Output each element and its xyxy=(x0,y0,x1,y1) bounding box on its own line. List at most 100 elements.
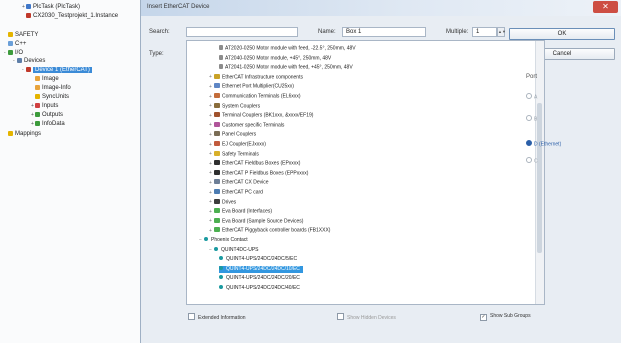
device-group-icon xyxy=(214,121,220,127)
device-group-icon xyxy=(214,160,220,166)
port-radio-label: C xyxy=(534,158,538,165)
checkbox-label: Show Hidden Devices xyxy=(347,315,396,321)
insert-ethercat-device-dialog: Insert EtherCAT Device ✕ Search: Name: B… xyxy=(140,0,621,343)
device-type-row[interactable]: + EtherCAT Piggyback controller boards (F… xyxy=(209,227,330,234)
checkbox-box-icon[interactable] xyxy=(337,313,344,320)
port-group-label: Port xyxy=(526,74,538,80)
port-radio[interactable]: C xyxy=(526,157,538,165)
port-radio-label: D (Ethernet) xyxy=(534,141,562,148)
tree-node-icon xyxy=(8,31,13,37)
device-type-row[interactable]: + Ethernet Port Multiplier(CU25xx) xyxy=(209,83,294,90)
tree-node-label: Mappings xyxy=(15,131,42,137)
tree-node[interactable]: Mappings xyxy=(4,130,41,138)
checkbox-box-icon[interactable]: ✓ xyxy=(480,314,487,321)
device-type-row[interactable]: + EJ Coupler(EJxxxx) xyxy=(209,141,266,148)
tree-node-label: Device 1 (EtherCAT) xyxy=(33,67,92,73)
device-type-row[interactable]: + Eva Board (Interfaces) xyxy=(209,208,272,215)
device-icon xyxy=(219,64,223,70)
tree-node-icon xyxy=(35,120,40,126)
tree-node[interactable]: + PlcTask (PlcTask) xyxy=(22,3,80,11)
close-icon[interactable]: ✕ xyxy=(593,1,618,13)
device-type-row[interactable]: + EtherCAT P Fieldbus Boxes (EPPxxxx) xyxy=(209,169,308,177)
device-group-icon xyxy=(214,141,220,146)
dialog-title: Insert EtherCAT Device xyxy=(147,4,210,10)
device-group-icon xyxy=(214,131,220,137)
dialog-titlebar[interactable]: Insert EtherCAT Device ✕ xyxy=(141,0,621,16)
tree-node[interactable]: - Devices xyxy=(13,57,45,65)
device-type-row[interactable]: + EtherCAT Fieldbus Boxes (EPxxxx) xyxy=(209,160,300,167)
device-type-label: Terminal Couplers (BK1xxx, &xxxx/EF19) xyxy=(222,112,314,119)
device-group-icon xyxy=(214,208,220,214)
device-type-row[interactable]: + Drives xyxy=(209,198,236,206)
device-group-icon xyxy=(214,217,220,223)
device-type-row[interactable]: + Panel Couplers xyxy=(209,131,256,138)
device-type-row[interactable]: + Safety Terminals xyxy=(209,150,259,158)
tree-node[interactable]: + Inputs xyxy=(31,102,58,110)
tree-node[interactable]: Image-Info xyxy=(31,84,71,92)
tree-node-icon xyxy=(26,3,31,9)
multiple-label: Multiple: xyxy=(446,29,469,35)
tree-node-icon xyxy=(26,12,31,18)
tree-node[interactable]: + Outputs xyxy=(31,111,63,119)
device-type-label: Phoenix Contact xyxy=(211,237,248,243)
tree-node[interactable]: C++ xyxy=(4,40,26,48)
device-type-label: QUINT4-UPS/24DC/24DC/40/EC xyxy=(226,285,300,291)
radio-button-icon[interactable] xyxy=(526,140,532,146)
option-checkbox[interactable]: Show Hidden Devices xyxy=(337,313,396,321)
device-type-row[interactable]: QUINT4-UPS/24DC/24DC/40/EC xyxy=(219,285,300,292)
device-type-row[interactable]: + Eva Board (Sample Source Devices) xyxy=(209,217,304,225)
device-type-row[interactable]: + EtherCAT Infrastructure components xyxy=(209,73,303,81)
port-radio[interactable]: B xyxy=(526,115,537,123)
device-type-row[interactable]: AT2041-0250 Motor module with feed, +45°… xyxy=(219,64,353,71)
device-type-label: Eva Board (Sample Source Devices) xyxy=(222,218,304,225)
device-type-row[interactable]: AT2040-0250 Motor module, +45°, 250mm, 4… xyxy=(219,54,331,62)
device-type-row[interactable]: + Terminal Couplers (BK1xxx, &xxxx/EF19) xyxy=(209,112,313,119)
radio-button-icon[interactable] xyxy=(526,157,532,163)
device-type-row[interactable]: − Phoenix Contact xyxy=(199,237,248,244)
device-type-row[interactable]: − QUINT4DC-UPS xyxy=(209,246,259,254)
device-group-icon xyxy=(214,73,220,79)
ok-button[interactable]: OK xyxy=(509,28,615,40)
tree-node-icon xyxy=(35,75,40,81)
multiple-input[interactable]: 1 xyxy=(472,27,497,37)
tree-node[interactable]: - Device 1 (EtherCAT) xyxy=(22,66,92,74)
tree-node[interactable]: - I/O xyxy=(4,49,23,57)
device-group-icon xyxy=(214,93,220,98)
search-input[interactable] xyxy=(186,27,298,37)
tree-node[interactable]: SAFETY xyxy=(4,31,38,39)
device-type-label: QUINT4DC-UPS xyxy=(221,246,259,253)
device-type-row[interactable]: + Customer specific Terminals xyxy=(209,121,284,129)
radio-button-icon[interactable] xyxy=(526,93,532,99)
device-type-row[interactable]: QUINT4-UPS/24DC/24DC/5/EC xyxy=(219,256,297,263)
device-icon xyxy=(204,237,208,241)
device-type-label: EtherCAT Infrastructure components xyxy=(222,74,303,81)
checkbox-box-icon[interactable] xyxy=(188,313,195,320)
device-group-icon xyxy=(214,112,220,118)
port-radio[interactable]: D (Ethernet) xyxy=(526,140,561,148)
scrollbar-thumb[interactable] xyxy=(537,103,542,253)
port-radio-label: A xyxy=(534,94,538,101)
port-radio[interactable]: A xyxy=(526,93,537,101)
device-type-list[interactable]: AT2020-0250 Motor module with feed, -22.… xyxy=(186,40,545,305)
device-type-label: QUINT4-UPS/24DC/24DC/5/EC xyxy=(226,256,298,263)
device-type-label: EJ Coupler(EJxxxx) xyxy=(222,141,266,148)
list-scrollbar[interactable] xyxy=(535,41,544,304)
tree-node[interactable]: + InfoData xyxy=(31,120,65,128)
device-type-row[interactable]: QUINT4-UPS/24DC/24DC/20/EC xyxy=(219,275,300,282)
tree-node[interactable]: Image xyxy=(31,75,59,83)
multiple-spinner[interactable]: ▲▼ xyxy=(497,27,506,37)
solution-tree[interactable]: + PlcTask (PlcTask) CX2030_Testprojekt_1.I… xyxy=(0,0,143,343)
device-type-row[interactable]: + System Couplers xyxy=(209,102,260,110)
tree-node[interactable]: SyncUnits xyxy=(31,93,69,101)
device-type-row[interactable]: QUINT4-UPS/24DC/24DC/10/EC xyxy=(219,265,303,273)
device-type-row[interactable]: + Communication Terminals (EL6xxx) xyxy=(209,93,301,100)
option-checkbox[interactable]: Extended Information xyxy=(188,313,246,321)
device-type-row[interactable]: + EtherCAT PC card xyxy=(209,189,263,196)
tree-node[interactable]: CX2030_Testprojekt_1.Instance xyxy=(22,12,118,20)
device-type-row[interactable]: + EtherCAT CX Device xyxy=(209,179,269,186)
device-type-row[interactable]: AT2020-0250 Motor module with feed, -22.… xyxy=(219,45,356,52)
option-checkbox[interactable]: ✓ Show Sub Groups xyxy=(480,313,531,321)
device-group-icon xyxy=(214,83,220,89)
radio-button-icon[interactable] xyxy=(526,115,532,121)
name-input[interactable]: Box 1 xyxy=(342,27,426,37)
